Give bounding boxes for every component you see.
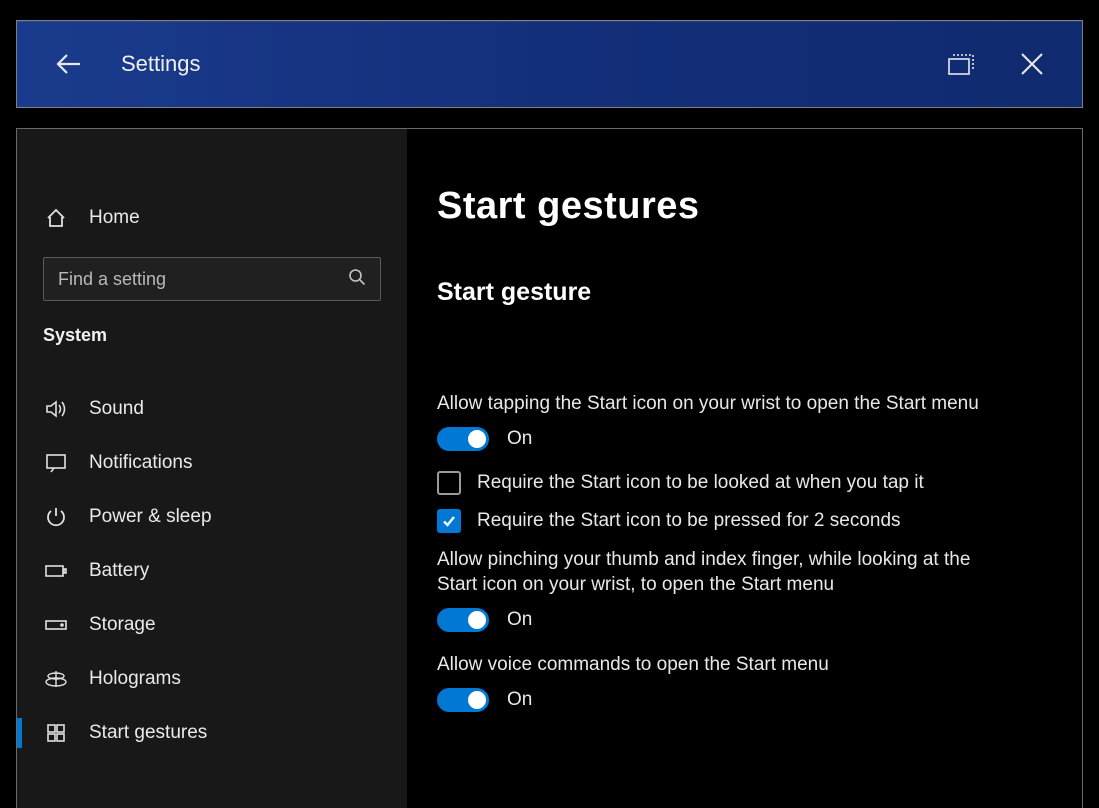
setting-label: Allow pinching your thumb and index fing… xyxy=(437,547,997,598)
sidebar-item-label: Battery xyxy=(89,560,149,582)
sidebar-item-storage[interactable]: Storage xyxy=(43,598,381,652)
checkbox-require-look[interactable] xyxy=(437,471,461,495)
close-button[interactable] xyxy=(1002,42,1062,86)
setting-label: Allow tapping the Start icon on your wri… xyxy=(437,391,997,417)
start-gestures-icon xyxy=(43,720,69,746)
search-input[interactable] xyxy=(58,269,348,290)
sidebar: Home System xyxy=(17,129,407,808)
sidebar-item-label: Notifications xyxy=(89,452,193,474)
setting-allow-voice: Allow voice commands to open the Start m… xyxy=(437,652,1036,712)
toggle-state: On xyxy=(507,609,532,631)
storage-icon xyxy=(43,612,69,638)
toggle-knob xyxy=(468,611,486,629)
main-content: Start gestures Start gesture Allow tappi… xyxy=(407,129,1082,808)
titlebar: Settings xyxy=(16,20,1083,108)
battery-icon xyxy=(43,558,69,584)
setting-allow-tapping: Allow tapping the Start icon on your wri… xyxy=(437,391,1036,451)
toggle-allow-tapping[interactable] xyxy=(437,427,489,451)
sound-icon xyxy=(43,396,69,422)
back-button[interactable] xyxy=(47,42,91,86)
sidebar-item-label: Storage xyxy=(89,614,156,636)
sidebar-home[interactable]: Home xyxy=(43,191,381,245)
toggle-allow-pinching[interactable] xyxy=(437,608,489,632)
sidebar-item-power-sleep[interactable]: Power & sleep xyxy=(43,490,381,544)
toggle-state: On xyxy=(507,428,532,450)
sidebar-item-notifications[interactable]: Notifications xyxy=(43,436,381,490)
setting-label: Allow voice commands to open the Start m… xyxy=(437,652,997,678)
holograms-icon xyxy=(43,666,69,692)
window-title: Settings xyxy=(121,51,201,77)
toggle-knob xyxy=(468,430,486,448)
sidebar-item-sound[interactable]: Sound xyxy=(43,382,381,436)
settings-body: Home System xyxy=(16,128,1083,808)
notifications-icon xyxy=(43,450,69,476)
sidebar-category: System xyxy=(43,319,381,360)
check-require-press: Require the Start icon to be pressed for… xyxy=(437,509,1036,533)
arrow-left-icon xyxy=(54,49,84,79)
sidebar-search xyxy=(43,257,381,301)
follow-me-button[interactable] xyxy=(932,42,992,86)
check-require-look: Require the Start icon to be looked at w… xyxy=(437,471,1036,495)
checkbox-label: Require the Start icon to be pressed for… xyxy=(477,510,901,532)
checkmark-icon xyxy=(441,513,457,529)
home-icon xyxy=(43,205,69,231)
toggle-allow-voice[interactable] xyxy=(437,688,489,712)
checkbox-require-press[interactable] xyxy=(437,509,461,533)
sidebar-item-label: Power & sleep xyxy=(89,506,212,528)
sidebar-item-label: Holograms xyxy=(89,668,181,690)
close-icon xyxy=(1019,51,1045,77)
power-icon xyxy=(43,504,69,530)
sidebar-item-label: Sound xyxy=(89,398,144,420)
page-title: Start gestures xyxy=(437,185,1036,228)
sidebar-item-label: Home xyxy=(89,207,140,229)
setting-allow-pinching: Allow pinching your thumb and index fing… xyxy=(437,547,1036,632)
checkbox-label: Require the Start icon to be looked at w… xyxy=(477,472,924,494)
sidebar-item-start-gestures[interactable]: Start gestures xyxy=(43,706,381,760)
sidebar-item-holograms[interactable]: Holograms xyxy=(43,652,381,706)
search-icon xyxy=(348,268,366,291)
search-box[interactable] xyxy=(43,257,381,301)
follow-me-icon xyxy=(945,50,979,78)
toggle-state: On xyxy=(507,689,532,711)
section-title: Start gesture xyxy=(437,278,1036,307)
toggle-knob xyxy=(468,691,486,709)
sidebar-item-battery[interactable]: Battery xyxy=(43,544,381,598)
sidebar-item-label: Start gestures xyxy=(89,722,207,744)
